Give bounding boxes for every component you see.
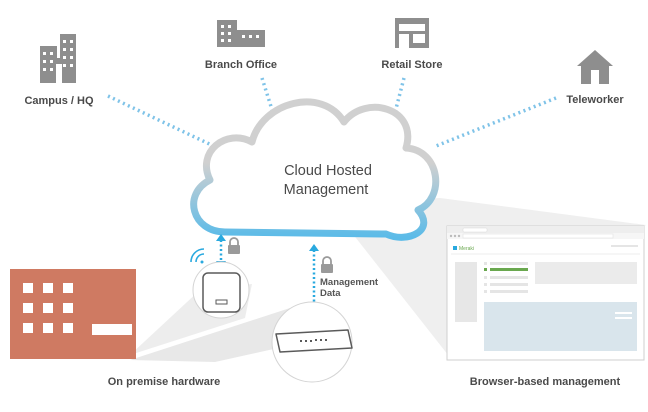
branch-office-icon	[217, 20, 265, 47]
lock-icon	[321, 256, 333, 273]
retail-store-label: Retail Store	[381, 59, 442, 71]
brand-text: Meraki	[459, 246, 474, 252]
on-premise-building	[10, 269, 136, 359]
wifi-icon	[190, 248, 205, 264]
campus-hq-label: Campus / HQ	[24, 95, 94, 107]
access-point-bubble	[192, 261, 250, 319]
switch-appliance-icon	[275, 329, 353, 353]
teleworker-label: Teleworker	[566, 94, 624, 106]
appliance-bubble	[271, 301, 353, 383]
lock-icon	[228, 237, 240, 254]
access-point-icon	[202, 272, 241, 313]
retail-store-icon	[395, 18, 429, 48]
cloud-management-diagram: Cloud Hosted Management Campus / HQ Bran	[0, 0, 648, 412]
cloud-title-line2: Management	[284, 182, 369, 198]
on-premise-caption: On premise hardware	[108, 376, 221, 388]
branch-office-label: Branch Office	[205, 59, 277, 71]
management-data-label-line2: Data	[320, 288, 341, 299]
browser-management-caption: Browser-based management	[470, 376, 621, 388]
cloud-title-line1: Cloud Hosted	[284, 163, 372, 179]
dash-campus	[107, 94, 223, 152]
teleworker-house-icon	[577, 50, 613, 84]
campus-building-icon	[40, 34, 76, 83]
cloud-icon: Cloud Hosted Management	[190, 98, 440, 241]
management-data-label-line1: Management	[320, 277, 379, 288]
dash-teleworker	[435, 96, 557, 148]
diagram-canvas: Cloud Hosted Management Campus / HQ Bran	[10, 18, 646, 388]
browser-window-mock: Meraki	[446, 225, 645, 361]
